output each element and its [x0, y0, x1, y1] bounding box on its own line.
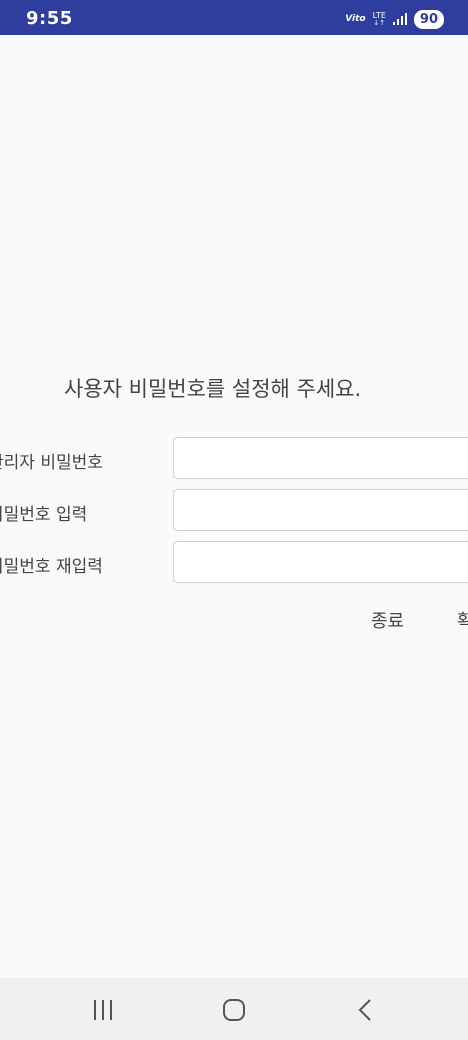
data-activity-arrows: ↓↑ [373, 18, 386, 27]
screen: 9:55 Vito LTE ↓↑ 90 사용자 비밀번호를 설정해 주세요. 관… [0, 0, 468, 1040]
new-password-input[interactable] [173, 489, 468, 531]
admin-password-input[interactable] [173, 437, 468, 479]
navigation-bar [0, 978, 468, 1040]
admin-password-label: 관리자 비밀번호 [0, 453, 103, 473]
new-password-label: 비밀번호 입력 [0, 505, 88, 525]
volte-indicator: Vito [345, 14, 366, 24]
confirm-password-label: 비밀번호 재입력 [0, 557, 103, 577]
set-password-prompt: 사용자 비밀번호를 설정해 주세요. [64, 377, 362, 401]
battery-level: 90 [413, 9, 444, 29]
status-bar: 9:55 Vito LTE ↓↑ 90 [0, 0, 468, 35]
confirm-password-input[interactable] [173, 541, 468, 583]
signal-bars-icon [392, 13, 407, 25]
status-indicators: Vito LTE ↓↑ 90 [345, 9, 444, 29]
lte-indicator: LTE ↓↑ [373, 11, 386, 27]
status-time: 9:55 [26, 8, 73, 29]
home-icon[interactable] [220, 996, 248, 1024]
confirm-button[interactable]: 확인 [457, 607, 468, 633]
back-icon[interactable] [351, 996, 379, 1024]
exit-button[interactable]: 종료 [371, 607, 404, 633]
recents-icon[interactable] [89, 996, 117, 1024]
